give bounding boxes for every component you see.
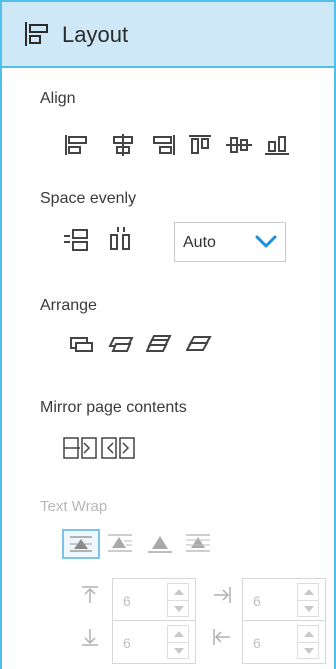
mirror-vertical-icon[interactable]: [100, 436, 136, 460]
caret-down-icon: [304, 606, 314, 612]
stepper-up-button[interactable]: [298, 584, 318, 600]
caret-down-icon: [304, 648, 314, 654]
offset-right-stepper[interactable]: [297, 583, 319, 617]
wrap-in-front-icon[interactable]: [184, 532, 212, 554]
offset-top-icon: [82, 586, 98, 603]
caret-down-icon: [174, 648, 184, 654]
caret-up-icon: [174, 631, 184, 637]
align-top-icon[interactable]: [188, 134, 212, 156]
offset-left-field[interactable]: 6: [242, 620, 326, 664]
mirror-label: Mirror page contents: [40, 399, 187, 416]
offset-left-icon: [213, 629, 230, 645]
caret-up-icon: [304, 589, 314, 595]
offset-top-value: 6: [123, 593, 131, 609]
stepper-down-button[interactable]: [168, 642, 188, 659]
wrap-top-bottom-icon[interactable]: [106, 532, 134, 554]
offset-top-stepper[interactable]: [167, 583, 189, 617]
mirror-horizontal-icon[interactable]: [62, 436, 98, 460]
offset-bottom-field[interactable]: 6: [112, 620, 196, 664]
send-to-back-icon[interactable]: [186, 334, 212, 356]
wrap-around-button[interactable]: [62, 529, 100, 559]
stepper-up-button[interactable]: [168, 626, 188, 642]
offset-right-icon: [214, 587, 231, 603]
offset-bottom-stepper[interactable]: [167, 625, 189, 659]
caret-down-icon: [174, 606, 184, 612]
stepper-down-button[interactable]: [298, 600, 318, 617]
panel-title: Layout: [62, 22, 129, 47]
align-middle-icon[interactable]: [226, 134, 252, 156]
offset-right-field[interactable]: 6: [242, 578, 326, 622]
spacing-select[interactable]: Auto: [174, 222, 286, 262]
text-wrap-label: Text Wrap: [40, 498, 108, 515]
wrap-behind-icon[interactable]: [146, 532, 174, 554]
caret-up-icon: [304, 631, 314, 637]
arrange-label: Arrange: [40, 297, 97, 314]
align-center-icon[interactable]: [110, 134, 136, 156]
offset-left-value: 6: [253, 635, 261, 651]
offset-bottom-value: 6: [123, 635, 131, 651]
panel-header[interactable]: Layout: [2, 0, 334, 68]
offset-left-stepper[interactable]: [297, 625, 319, 659]
align-bottom-icon[interactable]: [264, 134, 290, 156]
chevron-down-icon: [255, 235, 277, 248]
offset-top-field[interactable]: 6: [112, 578, 196, 622]
layout-icon: [25, 22, 48, 46]
align-left-icon[interactable]: [64, 134, 90, 156]
caret-up-icon: [174, 589, 184, 595]
wrap-around-icon: [70, 536, 92, 552]
distribute-vertical-icon[interactable]: [62, 228, 90, 252]
bring-forward-icon[interactable]: [108, 334, 134, 356]
offset-right-value: 6: [253, 593, 261, 609]
offset-bottom-icon: [82, 629, 98, 646]
bring-to-front-icon[interactable]: [68, 334, 94, 356]
layout-panel: Layout Align Space evenly Auto Arrange M…: [0, 0, 336, 669]
stepper-down-button[interactable]: [298, 642, 318, 659]
align-label: Align: [40, 90, 76, 107]
space-evenly-label: Space evenly: [40, 190, 137, 207]
spacing-select-value: Auto: [183, 234, 216, 251]
distribute-horizontal-icon[interactable]: [108, 226, 134, 252]
stepper-up-button[interactable]: [168, 584, 188, 600]
stepper-up-button[interactable]: [298, 626, 318, 642]
stepper-down-button[interactable]: [168, 600, 188, 617]
align-right-icon[interactable]: [150, 134, 176, 156]
send-backward-icon[interactable]: [146, 334, 172, 356]
